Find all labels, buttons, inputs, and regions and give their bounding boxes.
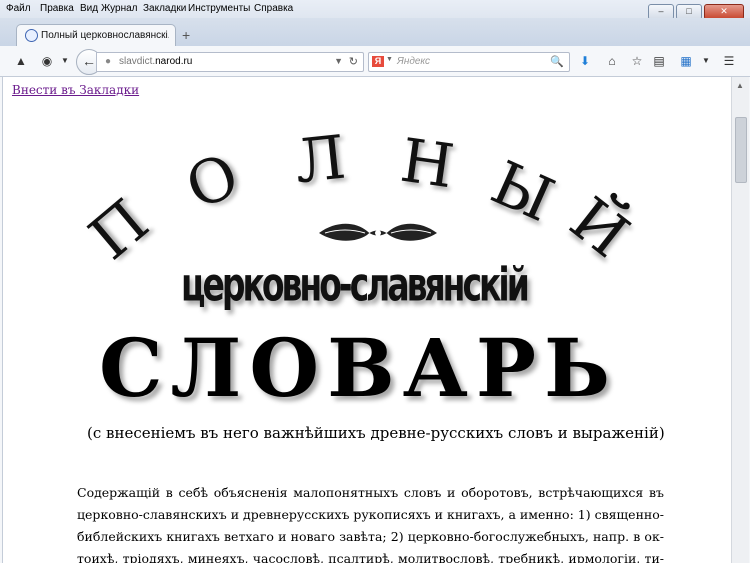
arc-letter: П xyxy=(76,186,162,274)
tab-strip: Полный церковнославянскі... + xyxy=(0,18,750,47)
menu-help[interactable]: Справка xyxy=(254,3,293,14)
subtitle: церковно-славянскій xyxy=(181,257,530,312)
incognito-icon[interactable]: ▲ xyxy=(12,52,30,70)
arc-letter: Л xyxy=(291,122,349,198)
tab-active[interactable]: Полный церковнославянскі... xyxy=(16,24,176,47)
globe-icon: ● xyxy=(105,56,112,67)
arc-letter: О xyxy=(176,140,249,224)
menu-edit[interactable]: Правка xyxy=(40,3,74,14)
vertical-scrollbar[interactable]: ▲ xyxy=(731,77,749,563)
paragraph-line: библейскихъ книгахъ ветхаго и новаго зав… xyxy=(77,529,664,544)
page-content: Внести въ Закладки П О Л Н Ы Й церковно-… xyxy=(2,77,731,563)
address-bar[interactable]: ● slavdict.narod.ru ▼ ↻ xyxy=(96,52,364,72)
arc-letter: Н xyxy=(396,125,458,203)
search-bar[interactable]: Я ▼ Яндекс 🔍 xyxy=(368,52,570,72)
home-icon[interactable]: ⌂ xyxy=(603,52,621,70)
extension-icon[interactable]: ▦ xyxy=(677,52,695,70)
arc-letter: Й xyxy=(556,184,642,272)
menu-history[interactable]: Журнал xyxy=(101,3,138,14)
address-dropdown-icon[interactable]: ▼ xyxy=(334,56,343,66)
bookmark-star-icon[interactable]: ☆ xyxy=(628,52,646,70)
main-title: СЛОВАРЬ xyxy=(99,321,619,415)
tagline: (с внесеніемъ въ него важнѣйшихъ древне-… xyxy=(87,424,665,442)
yandex-icon[interactable]: Я xyxy=(372,56,384,67)
scroll-thumb[interactable] xyxy=(735,117,747,183)
menu-bookmarks[interactable]: Закладки xyxy=(143,3,186,14)
new-tab-icon[interactable]: + xyxy=(182,27,190,43)
scroll-up-icon[interactable]: ▲ xyxy=(736,81,744,90)
menu-hamburger-icon[interactable]: ☰ xyxy=(720,52,738,70)
search-engine-dropdown-icon[interactable]: ▼ xyxy=(386,56,393,63)
add-bookmark-link[interactable]: Внести въ Закладки xyxy=(12,83,139,97)
site-favicon-icon xyxy=(25,29,38,42)
menu-bar: Файл Правка Вид Журнал Закладки Инструме… xyxy=(0,0,750,18)
paragraph-line: Содержащій в себѣ объясненія малопонятны… xyxy=(77,485,664,500)
arc-letter: Ы xyxy=(481,148,564,236)
reload-icon[interactable]: ↻ xyxy=(349,55,358,68)
tab-title: Полный церковнославянскі... xyxy=(41,30,169,41)
menu-tools[interactable]: Инструменты xyxy=(188,3,250,14)
extension-dropdown-icon[interactable]: ▼ xyxy=(697,52,715,70)
address-text: slavdict.narod.ru xyxy=(119,56,193,67)
menu-view[interactable]: Вид xyxy=(80,3,98,14)
search-placeholder: Яндекс xyxy=(397,56,431,67)
description-paragraph: Содержащій в себѣ объясненія малопонятны… xyxy=(77,482,664,563)
nav-bar: ▲ ◉ ▼ ← ● slavdict.narod.ru ▼ ↻ Я ▼ Янде… xyxy=(0,46,750,77)
download-icon[interactable]: ⬇ xyxy=(576,52,594,70)
menu-file[interactable]: Файл xyxy=(6,3,31,14)
paragraph-line: церковно-славянскихъ и древнерусскихъ ру… xyxy=(77,507,664,522)
ornament-flourish xyxy=(319,223,437,241)
search-icon[interactable]: 🔍 xyxy=(550,55,564,68)
dropdown-icon[interactable]: ▼ xyxy=(56,52,74,70)
home-page-icon[interactable]: ◉ xyxy=(38,52,56,70)
paragraph-line: тоихѣ, тріодяхъ, минеяхъ, часословѣ, пса… xyxy=(77,551,664,563)
reading-list-icon[interactable]: ▤ xyxy=(650,52,668,70)
